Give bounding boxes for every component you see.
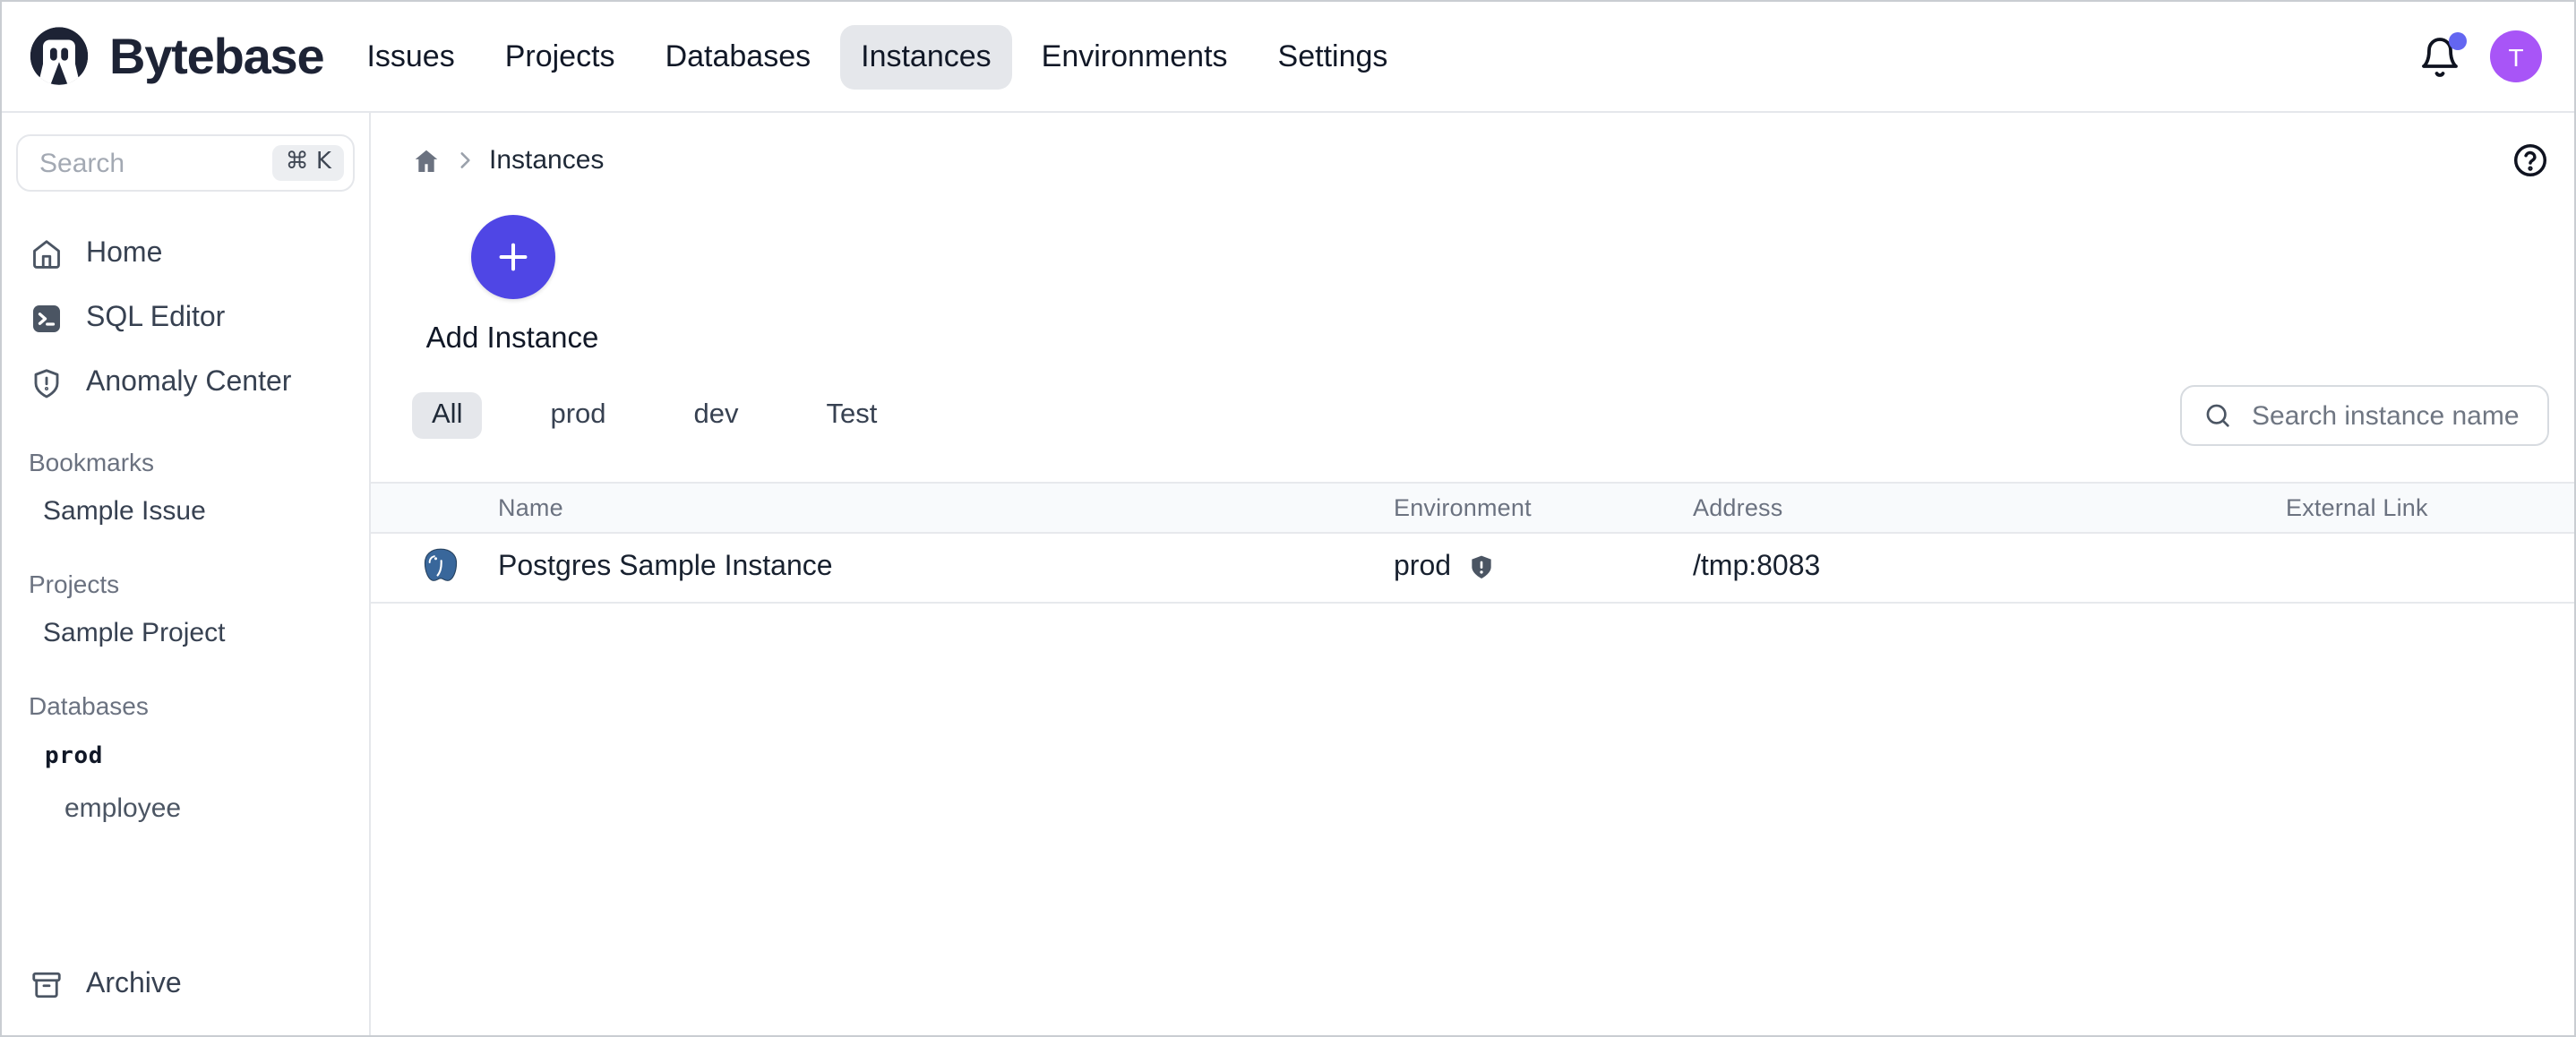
column-header-environment: Environment [1394,494,1693,521]
sidebar-item-sql-editor[interactable]: SQL Editor [2,287,369,351]
instance-search[interactable] [2180,385,2549,446]
sidebar-section-projects: Projects [2,561,369,607]
search-icon [2203,401,2232,430]
column-header-name: Name [371,494,1394,521]
main-nav: Issues Projects Databases Instances Envi… [345,24,1409,89]
plus-icon [492,236,533,278]
sidebar-item-archive[interactable]: Archive [2,953,369,1017]
shield-icon [1467,553,1496,582]
sidebar-item-label: Archive [86,969,182,1001]
environment-tabs: All prod dev Test [412,392,897,439]
home-icon [30,238,63,270]
breadcrumb-home-icon[interactable] [412,146,441,175]
instance-address: /tmp:8083 [1693,552,2286,584]
sidebar-section-databases: Databases [2,682,369,729]
bytebase-logo-icon [27,24,91,89]
sidebar-item-anomaly-center[interactable]: Anomaly Center [2,351,369,416]
sidebar-search-input[interactable] [36,146,215,180]
tab-test[interactable]: Test [807,392,897,439]
nav-item-projects[interactable]: Projects [484,24,637,89]
main-content: Instances [371,113,2574,1035]
instance-name: Postgres Sample Instance [498,552,833,584]
sidebar-environment-prod[interactable]: prod [2,729,369,783]
sidebar-item-home[interactable]: Home [2,222,369,287]
filter-bar: All prod dev Test [412,385,2549,446]
bytebase-logo[interactable]: Bytebase [27,24,323,89]
instance-environment: prod [1394,552,1451,584]
breadcrumb-current: Instances [489,145,604,176]
top-navbar: Bytebase Issues Projects Databases Insta… [2,2,2574,113]
postgresql-icon [417,544,464,591]
notifications-button[interactable] [2418,35,2461,78]
sidebar-item-label: SQL Editor [86,303,225,335]
tab-all[interactable]: All [412,392,482,439]
add-instance-label: Add Instance [426,322,599,356]
instances-table: Name Environment Address External Link [371,482,2574,604]
sidebar-database-employee[interactable]: employee [2,783,369,835]
sidebar-item-label: Anomaly Center [86,367,291,399]
nav-item-settings[interactable]: Settings [1257,24,1410,89]
instance-search-input[interactable] [2248,399,2529,433]
nav-item-databases[interactable]: Databases [644,24,833,89]
sidebar-section-bookmarks: Bookmarks [2,439,369,485]
brand-name: Bytebase [109,28,323,85]
avatar[interactable]: T [2490,30,2542,82]
topnav-right: T [2418,30,2542,82]
table-header-row: Name Environment Address External Link [371,482,2574,534]
app-window: Bytebase Issues Projects Databases Insta… [0,0,2576,1037]
nav-item-issues[interactable]: Issues [345,24,476,89]
keyboard-shortcut-badge: ⌘ K [273,145,344,181]
shield-alert-icon [30,367,63,399]
chevron-right-icon [453,149,477,172]
sidebar: ⌘ K Home [2,113,371,1035]
help-button[interactable] [2512,141,2549,179]
terminal-icon [30,303,63,335]
column-header-address: Address [1693,494,2286,521]
sidebar-item-sample-issue[interactable]: Sample Issue [2,485,369,537]
sidebar-search[interactable]: ⌘ K [16,134,355,192]
table-row[interactable]: Postgres Sample Instance prod [371,534,2574,604]
nav-item-environments[interactable]: Environments [1020,24,1249,89]
tab-dev[interactable]: dev [674,392,759,439]
sidebar-item-label: Home [86,238,162,270]
nav-item-instances[interactable]: Instances [839,24,1013,89]
column-header-external-link: External Link [2286,494,2574,521]
notification-dot [2449,31,2467,49]
breadcrumb: Instances [412,141,2549,179]
sidebar-item-sample-project[interactable]: Sample Project [2,607,369,659]
add-instance-button[interactable]: Add Instance [416,215,609,356]
archive-icon [30,969,63,1001]
tab-prod[interactable]: prod [530,392,625,439]
